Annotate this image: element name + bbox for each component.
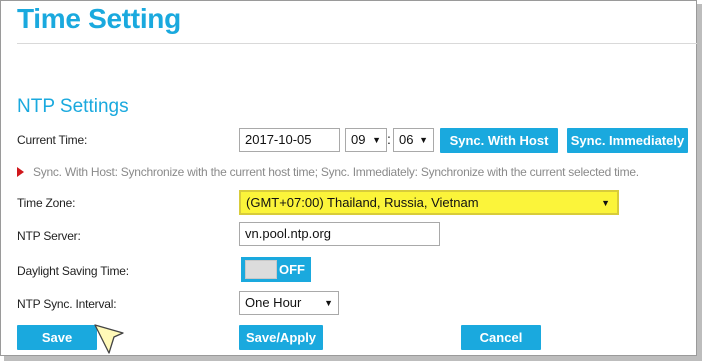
hour-select[interactable]: 09 ▼ bbox=[345, 128, 387, 152]
settings-panel: Time Setting NTP Settings Current Time: … bbox=[0, 0, 698, 356]
pointer-cursor-icon bbox=[94, 324, 124, 354]
date-input[interactable]: 2017-10-05 bbox=[239, 128, 340, 152]
current-time-label: Current Time: bbox=[17, 133, 88, 147]
ntp-server-label: NTP Server: bbox=[17, 229, 81, 243]
sync-immediately-button[interactable]: Sync. Immediately bbox=[567, 128, 688, 153]
ntp-server-input[interactable]: vn.pool.ntp.org bbox=[239, 222, 440, 246]
sync-interval-value: One Hour bbox=[245, 295, 302, 310]
save-button[interactable]: Save bbox=[17, 325, 97, 350]
hour-value: 09 bbox=[351, 132, 366, 147]
panel-shadow-right bbox=[697, 4, 702, 361]
note-marker-icon bbox=[17, 167, 24, 177]
dst-toggle[interactable]: OFF bbox=[241, 257, 311, 282]
time-zone-select[interactable]: (GMT+07:00) Thailand, Russia, Vietnam ▼ bbox=[239, 190, 619, 215]
chevron-down-icon: ▼ bbox=[324, 298, 333, 308]
section-title-ntp: NTP Settings bbox=[17, 96, 129, 117]
sync-interval-select[interactable]: One Hour ▼ bbox=[239, 291, 339, 315]
cancel-button[interactable]: Cancel bbox=[461, 325, 541, 350]
time-zone-label: Time Zone: bbox=[17, 196, 76, 210]
time-separator: : bbox=[387, 131, 391, 147]
dst-label: Daylight Saving Time: bbox=[17, 264, 129, 278]
minute-value: 06 bbox=[399, 132, 414, 147]
page-title: Time Setting bbox=[17, 3, 181, 34]
minute-select[interactable]: 06 ▼ bbox=[393, 128, 434, 152]
toggle-knob bbox=[245, 260, 277, 279]
sync-with-host-button[interactable]: Sync. With Host bbox=[440, 128, 558, 153]
chevron-down-icon: ▼ bbox=[372, 135, 381, 145]
sync-note-text: Sync. With Host: Synchronize with the cu… bbox=[33, 165, 639, 179]
sync-interval-label: NTP Sync. Interval: bbox=[17, 297, 117, 311]
save-apply-button[interactable]: Save/Apply bbox=[239, 325, 323, 350]
panel-shadow-bottom bbox=[4, 356, 702, 361]
sync-note: Sync. With Host: Synchronize with the cu… bbox=[17, 165, 639, 179]
time-zone-value: (GMT+07:00) Thailand, Russia, Vietnam bbox=[246, 194, 479, 210]
chevron-down-icon: ▼ bbox=[419, 135, 428, 145]
toggle-state: OFF bbox=[279, 262, 305, 277]
chevron-down-icon: ▼ bbox=[601, 197, 610, 208]
title-divider bbox=[17, 43, 698, 44]
